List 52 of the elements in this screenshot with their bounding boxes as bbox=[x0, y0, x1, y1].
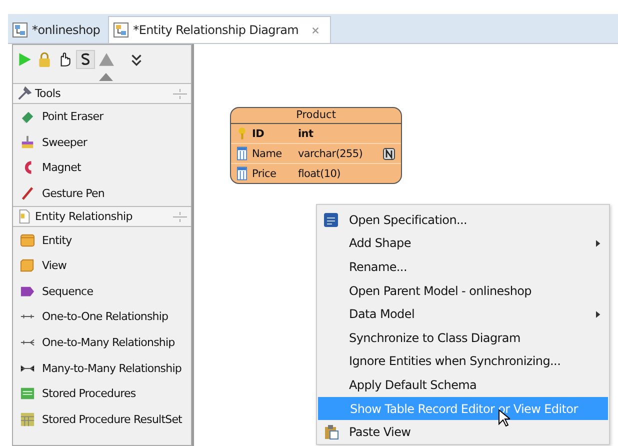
stencil-icon[interactable] bbox=[76, 50, 95, 68]
palette-item[interactable]: Stored Procedures bbox=[13, 380, 191, 407]
column-name: ID bbox=[252, 128, 266, 140]
column-type: float(10) bbox=[298, 168, 342, 180]
specification-icon bbox=[323, 212, 339, 228]
resize-icon[interactable] bbox=[173, 88, 187, 100]
palette-item[interactable]: Entity bbox=[13, 227, 191, 253]
menu-item[interactable]: Ignore Entities when Synchronizing... bbox=[317, 350, 609, 374]
menu-item[interactable]: Apply Default Schema bbox=[317, 373, 609, 397]
diagram-icon bbox=[12, 22, 28, 38]
resize-icon[interactable] bbox=[173, 210, 187, 223]
sweeper-icon bbox=[20, 134, 35, 150]
palette-item[interactable]: Sequence bbox=[13, 278, 191, 304]
palette-group-header[interactable]: Entity Relationship bbox=[13, 206, 191, 228]
diagram-icon bbox=[113, 22, 130, 38]
column-type: varchar(255) bbox=[298, 148, 364, 160]
pointer-icon[interactable] bbox=[16, 50, 33, 68]
palette-item[interactable]: Many-to-Many Relationship bbox=[13, 355, 191, 381]
entity-shape[interactable]: Product ID int Name varchar(255) Price float(10) bbox=[230, 107, 402, 184]
tools-icon bbox=[17, 86, 32, 101]
palette-item[interactable]: Stored Procedure ResultSet bbox=[13, 406, 191, 432]
menu-item[interactable]: Open Specification... bbox=[317, 208, 609, 232]
palette-item[interactable]: One-to-Many Relationship bbox=[13, 330, 191, 356]
menu-item[interactable]: Data Model bbox=[317, 302, 609, 326]
editor-tab[interactable]: *onlineshop bbox=[8, 17, 108, 43]
palette-item[interactable]: Gesture Pen bbox=[13, 180, 191, 206]
column-type: int bbox=[298, 128, 314, 140]
document-icon bbox=[17, 209, 32, 224]
column-name: Price bbox=[252, 168, 278, 180]
clipboard-icon bbox=[323, 424, 339, 440]
menu-item[interactable]: Synchronize to Class Diagram bbox=[317, 326, 609, 350]
palette-item[interactable]: Magnet bbox=[13, 155, 191, 181]
palette-item[interactable]: View bbox=[13, 252, 191, 279]
eraser-icon bbox=[20, 109, 35, 124]
pen-icon bbox=[20, 186, 35, 202]
palette-item[interactable]: Point Eraser bbox=[13, 104, 191, 130]
resultset-icon bbox=[20, 412, 35, 427]
procedure-icon bbox=[20, 386, 35, 402]
entity-name: Product bbox=[231, 108, 401, 124]
menu-item[interactable]: Add Shape bbox=[317, 232, 609, 256]
menu-item[interactable]: Paste View bbox=[317, 420, 609, 444]
view-icon bbox=[20, 258, 35, 274]
menu-item[interactable]: Open Parent Model - onlineshop bbox=[317, 278, 609, 302]
palette-group-header[interactable]: Tools bbox=[13, 83, 191, 104]
palette-item[interactable]: One-to-One Relationship bbox=[13, 304, 191, 330]
close-icon[interactable] bbox=[310, 26, 320, 34]
column-name: Name bbox=[252, 148, 283, 160]
menu-item[interactable]: Rename... bbox=[317, 255, 609, 279]
editor-tab[interactable]: *Entity Relationship Diagram bbox=[108, 16, 331, 43]
palette-item[interactable]: Sweeper bbox=[13, 130, 191, 156]
collapse-icon[interactable] bbox=[99, 73, 113, 81]
entity-icon bbox=[20, 232, 35, 248]
